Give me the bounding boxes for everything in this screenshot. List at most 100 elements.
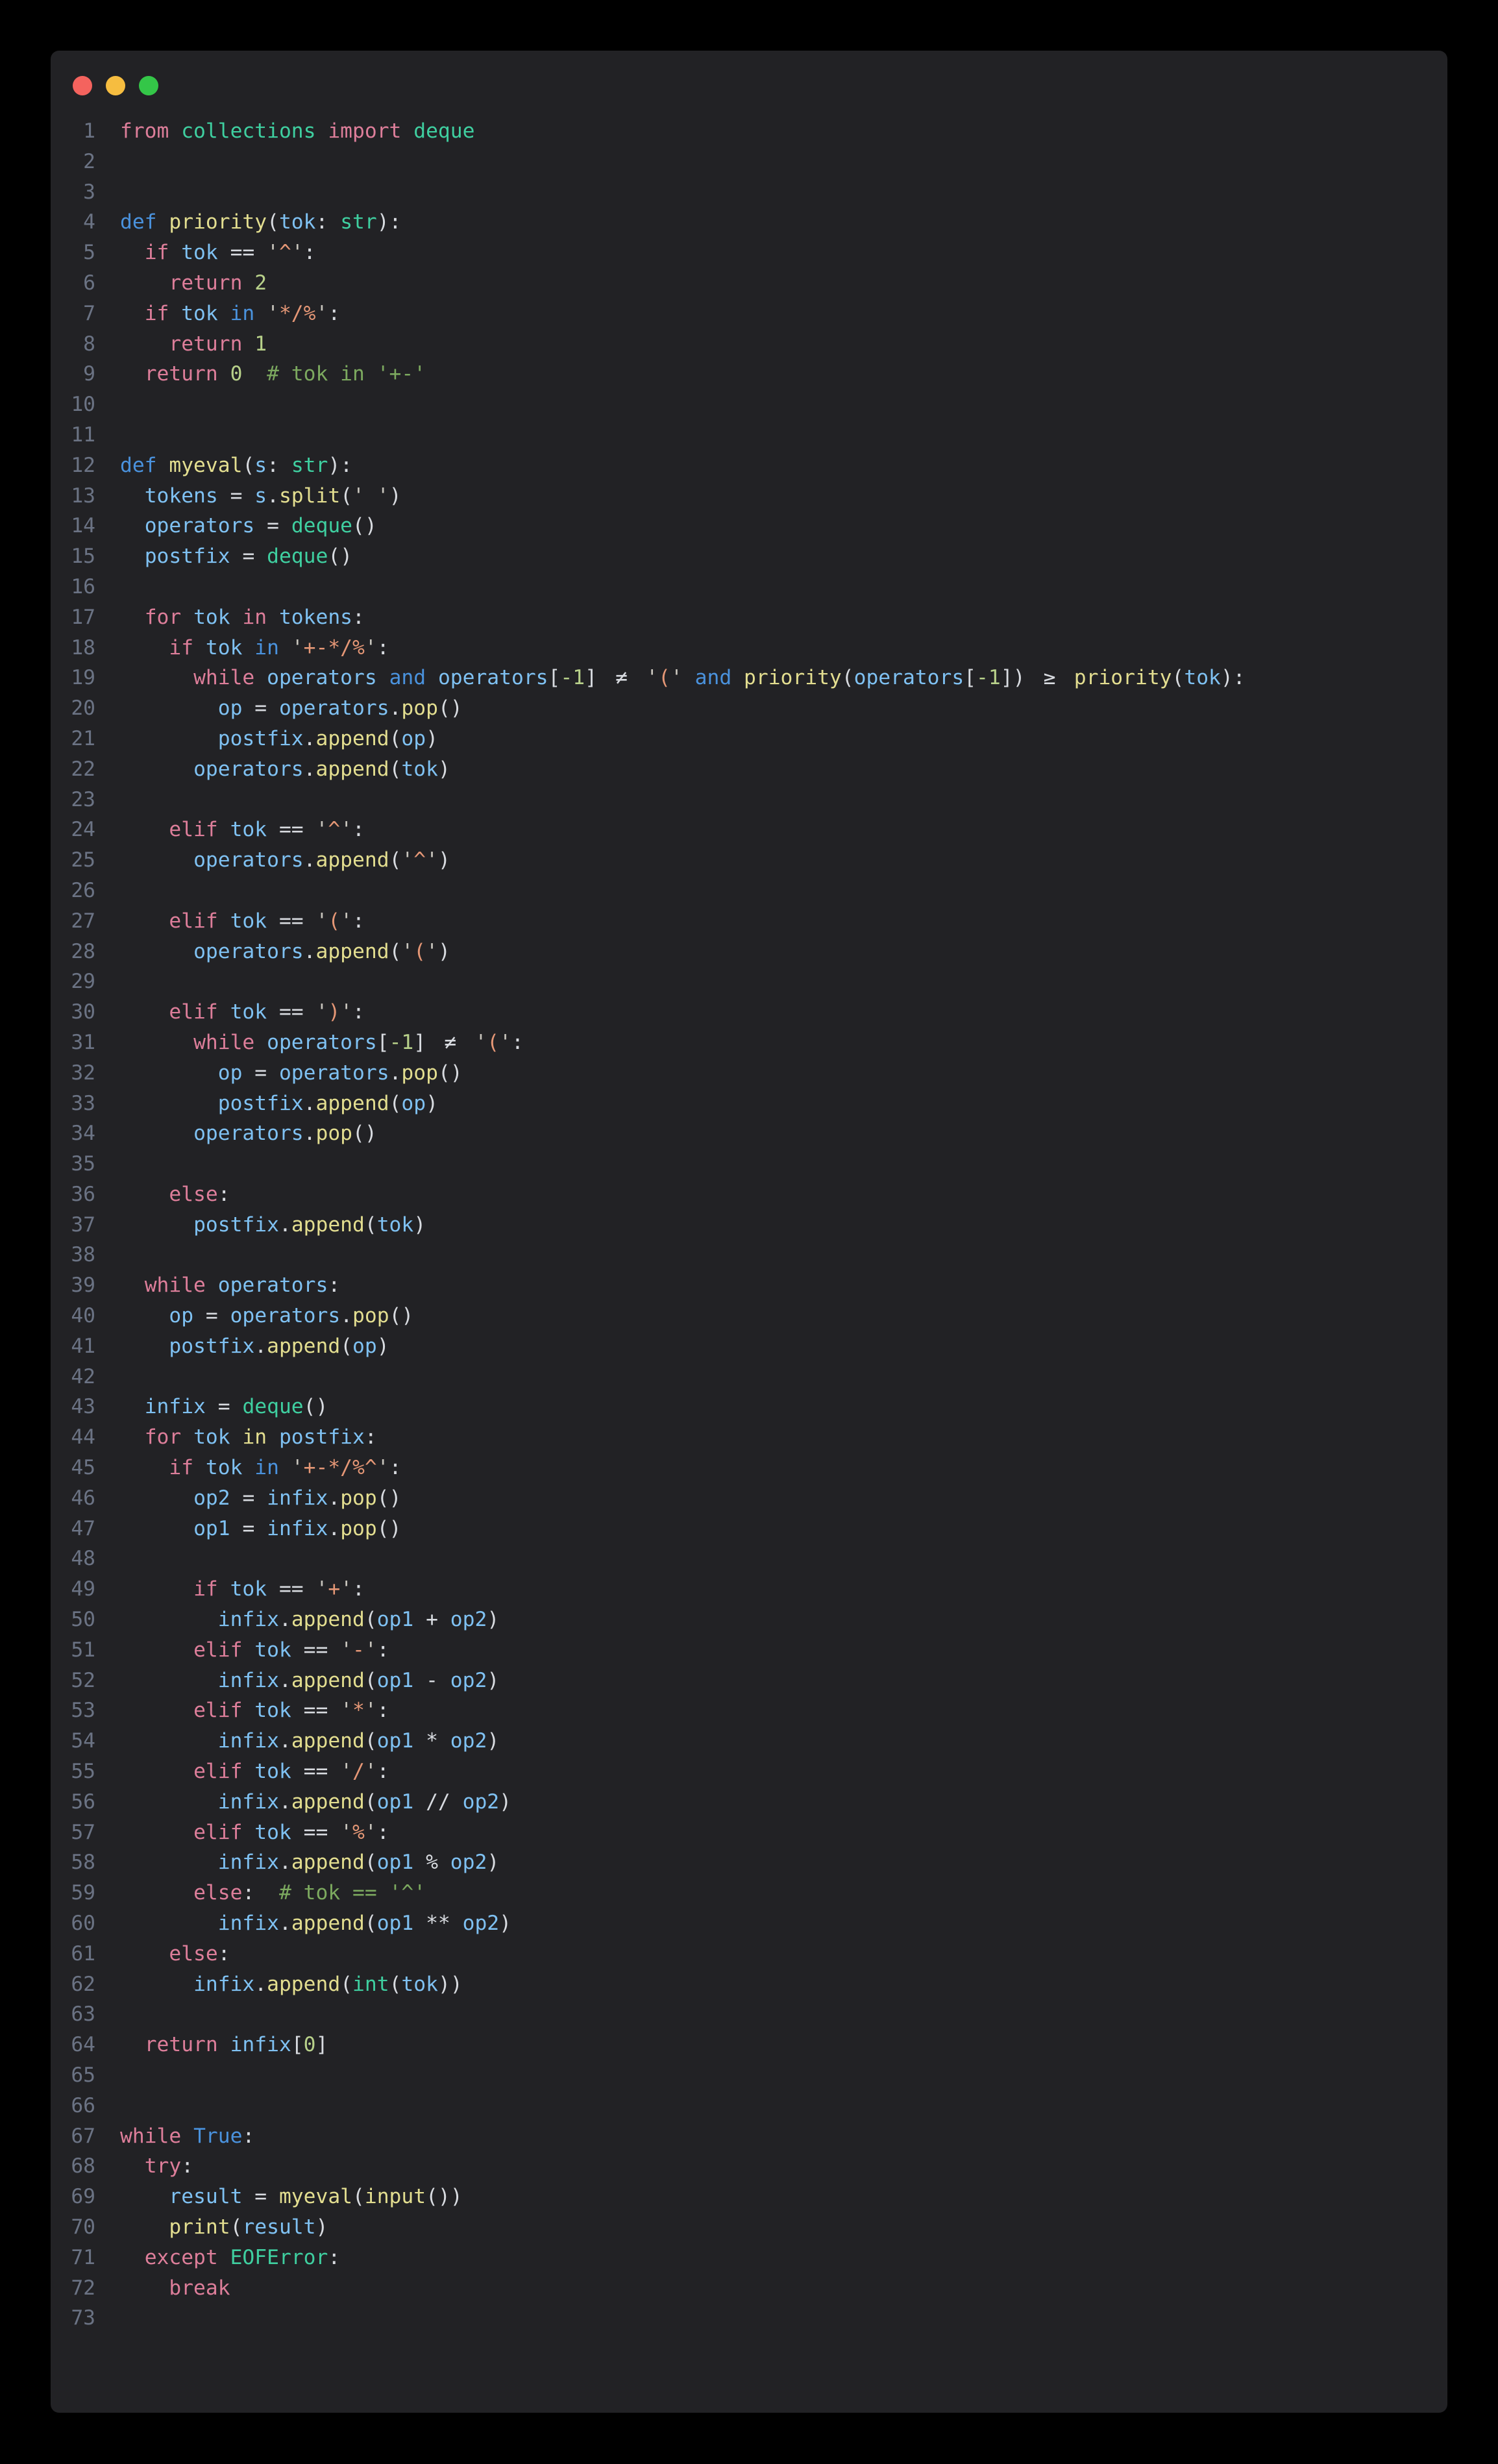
code-line-27[interactable]: 27 elif tok == '(': [51,906,1447,937]
line-content: op = operators.pop() [120,1301,413,1331]
code-line-24[interactable]: 24 elif tok == '^': [51,815,1447,845]
code-line-36[interactable]: 36 else: [51,1179,1447,1210]
line-content: infix.append(op1 // op2) [120,1787,511,1817]
code-line-17[interactable]: 17 for tok in tokens: [51,602,1447,633]
zoom-button[interactable] [139,76,158,95]
line-content: def priority(tok: str): [120,207,401,238]
code-line-13[interactable]: 13 tokens = s.split(' ') [51,481,1447,511]
code-line-22[interactable]: 22 operators.append(tok) [51,754,1447,785]
code-line-3[interactable]: 3 [51,177,1447,208]
code-line-10[interactable]: 10 [51,389,1447,420]
code-line-66[interactable]: 66 [51,2091,1447,2121]
code-line-4[interactable]: 4def priority(tok: str): [51,207,1447,238]
code-line-60[interactable]: 60 infix.append(op1 ** op2) [51,1908,1447,1939]
code-line-51[interactable]: 51 elif tok == '-': [51,1635,1447,1666]
code-line-68[interactable]: 68 try: [51,2151,1447,2182]
code-line-33[interactable]: 33 postfix.append(op) [51,1089,1447,1119]
code-line-52[interactable]: 52 infix.append(op1 - op2) [51,1666,1447,1696]
code-line-8[interactable]: 8 return 1 [51,329,1447,360]
code-line-55[interactable]: 55 elif tok == '/': [51,1756,1447,1787]
line-number: 66 [51,2091,95,2121]
code-line-56[interactable]: 56 infix.append(op1 // op2) [51,1787,1447,1817]
line-number: 17 [51,602,95,633]
code-line-53[interactable]: 53 elif tok == '*': [51,1695,1447,1726]
code-line-47[interactable]: 47 op1 = infix.pop() [51,1514,1447,1544]
code-line-7[interactable]: 7 if tok in '*/%': [51,299,1447,329]
code-line-73[interactable]: 73 [51,2303,1447,2334]
line-content: else: [120,1939,230,1969]
code-line-29[interactable]: 29 [51,967,1447,997]
code-line-50[interactable]: 50 infix.append(op1 + op2) [51,1605,1447,1635]
code-line-41[interactable]: 41 postfix.append(op) [51,1331,1447,1362]
code-line-37[interactable]: 37 postfix.append(tok) [51,1210,1447,1240]
code-line-2[interactable]: 2 [51,147,1447,177]
code-line-18[interactable]: 18 if tok in '+-*/%': [51,633,1447,663]
code-area[interactable]: 1from collections import deque234def pri… [51,116,1447,2334]
line-content: elif tok == '/': [120,1756,389,1787]
code-line-19[interactable]: 19 while operators and operators[-1] ≠ '… [51,663,1447,693]
code-line-69[interactable]: 69 result = myeval(input()) [51,2182,1447,2212]
code-line-28[interactable]: 28 operators.append('(') [51,937,1447,967]
line-number: 59 [51,1878,95,1908]
code-line-71[interactable]: 71 except EOFError: [51,2243,1447,2273]
code-line-43[interactable]: 43 infix = deque() [51,1392,1447,1422]
line-content: while operators[-1] ≠ '(': [120,1028,524,1058]
code-line-40[interactable]: 40 op = operators.pop() [51,1301,1447,1331]
line-number: 54 [51,1726,95,1756]
code-line-14[interactable]: 14 operators = deque() [51,511,1447,541]
line-number: 11 [51,420,95,450]
line-number: 68 [51,2151,95,2182]
code-line-11[interactable]: 11 [51,420,1447,450]
code-line-59[interactable]: 59 else: # tok == '^' [51,1878,1447,1908]
code-line-25[interactable]: 25 operators.append('^') [51,845,1447,876]
code-line-9[interactable]: 9 return 0 # tok in '+-' [51,359,1447,389]
code-line-6[interactable]: 6 return 2 [51,268,1447,299]
code-line-54[interactable]: 54 infix.append(op1 * op2) [51,1726,1447,1756]
line-number: 62 [51,1969,95,2000]
code-line-70[interactable]: 70 print(result) [51,2212,1447,2243]
code-line-38[interactable]: 38 [51,1240,1447,1270]
code-line-32[interactable]: 32 op = operators.pop() [51,1058,1447,1089]
code-line-58[interactable]: 58 infix.append(op1 % op2) [51,1847,1447,1878]
line-number: 25 [51,845,95,876]
line-number: 6 [51,268,95,299]
code-line-30[interactable]: 30 elif tok == ')': [51,997,1447,1028]
code-line-1[interactable]: 1from collections import deque [51,116,1447,147]
code-line-5[interactable]: 5 if tok == '^': [51,238,1447,268]
code-line-39[interactable]: 39 while operators: [51,1270,1447,1301]
code-line-46[interactable]: 46 op2 = infix.pop() [51,1483,1447,1514]
code-line-64[interactable]: 64 return infix[0] [51,2030,1447,2060]
code-line-61[interactable]: 61 else: [51,1939,1447,1969]
code-line-65[interactable]: 65 [51,2060,1447,2091]
line-number: 30 [51,997,95,1028]
code-line-57[interactable]: 57 elif tok == '%': [51,1817,1447,1848]
line-number: 5 [51,238,95,268]
code-line-67[interactable]: 67while True: [51,2121,1447,2152]
line-number: 42 [51,1362,95,1392]
code-line-12[interactable]: 12def myeval(s: str): [51,450,1447,481]
code-line-63[interactable]: 63 [51,1999,1447,2030]
code-line-45[interactable]: 45 if tok in '+-*/%^': [51,1453,1447,1483]
line-content: postfix.append(op) [120,1331,389,1362]
code-line-34[interactable]: 34 operators.pop() [51,1118,1447,1149]
code-line-26[interactable]: 26 [51,876,1447,906]
code-line-49[interactable]: 49 if tok == '+': [51,1574,1447,1605]
code-line-42[interactable]: 42 [51,1362,1447,1392]
code-line-23[interactable]: 23 [51,785,1447,815]
code-line-16[interactable]: 16 [51,572,1447,602]
minimize-button[interactable] [106,76,125,95]
close-button[interactable] [73,76,92,95]
line-number: 38 [51,1240,95,1270]
code-line-48[interactable]: 48 [51,1544,1447,1574]
code-line-20[interactable]: 20 op = operators.pop() [51,693,1447,724]
line-number: 32 [51,1058,95,1089]
code-line-31[interactable]: 31 while operators[-1] ≠ '(': [51,1028,1447,1058]
code-line-44[interactable]: 44 for tok in postfix: [51,1422,1447,1453]
line-number: 3 [51,177,95,208]
code-line-21[interactable]: 21 postfix.append(op) [51,724,1447,754]
line-content: elif tok == '%': [120,1817,389,1848]
code-line-15[interactable]: 15 postfix = deque() [51,541,1447,572]
code-line-72[interactable]: 72 break [51,2273,1447,2304]
code-line-35[interactable]: 35 [51,1149,1447,1179]
code-line-62[interactable]: 62 infix.append(int(tok)) [51,1969,1447,2000]
